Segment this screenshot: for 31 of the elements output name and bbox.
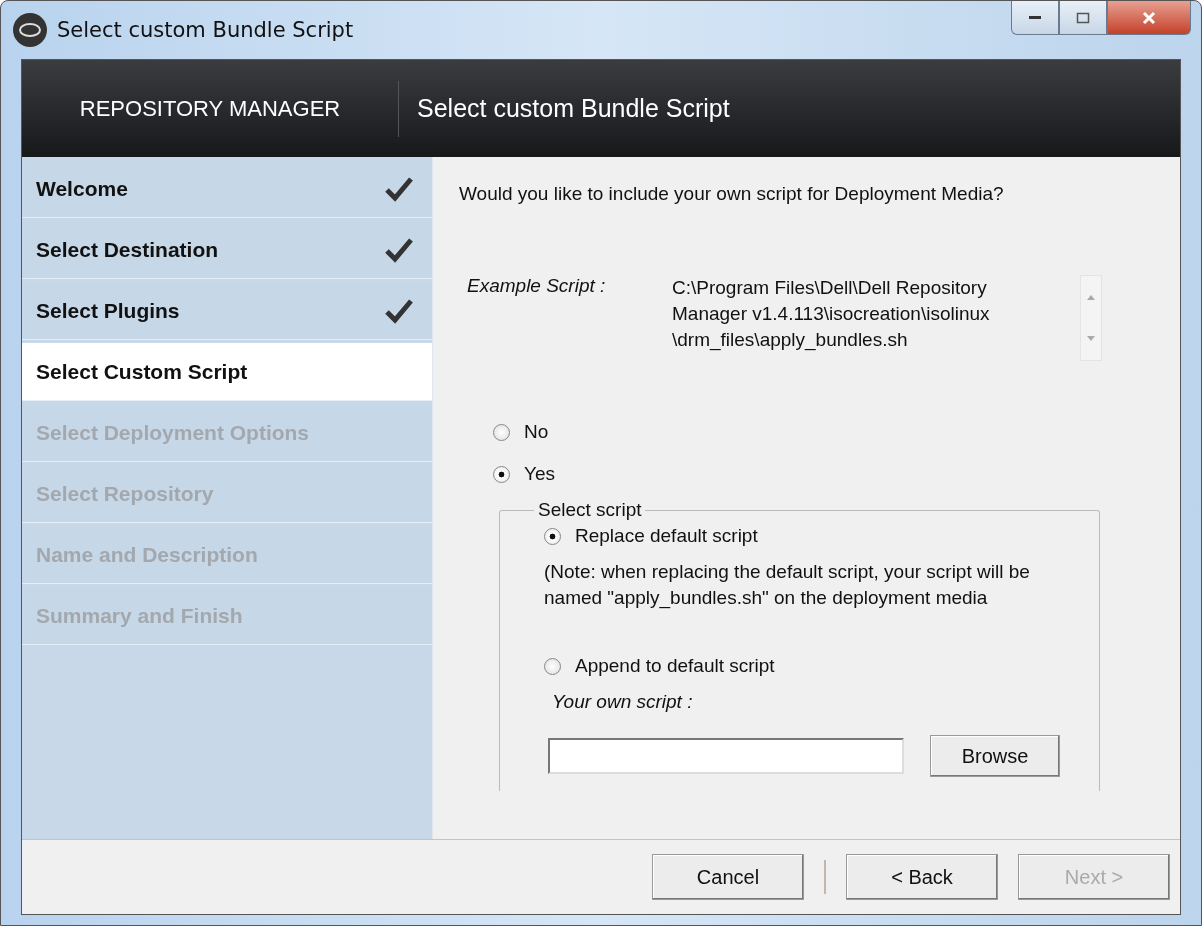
own-script-label: Your own script : xyxy=(552,691,694,713)
app-icon xyxy=(13,13,47,47)
radio-option[interactable]: No xyxy=(493,421,1156,443)
radio-button[interactable] xyxy=(544,527,561,545)
script-path-field[interactable] xyxy=(548,738,904,774)
minimize-button[interactable] xyxy=(1011,1,1059,35)
close-button[interactable] xyxy=(1107,1,1191,35)
browse-button[interactable]: Browse xyxy=(930,735,1060,777)
close-icon xyxy=(1141,10,1157,25)
radio-option[interactable]: Replace default script xyxy=(544,525,1077,547)
maximize-button[interactable] xyxy=(1059,1,1107,35)
radio-button[interactable] xyxy=(544,657,561,675)
scroll-up-icon[interactable] xyxy=(1086,294,1096,300)
example-path: C:\Program Files\Dell\Dell Repository Manager v1.4.113\isocreation\isolinux \drm_files\apply_bundles.sh xyxy=(672,276,991,353)
page-title: Select custom Bundle Script xyxy=(417,94,730,123)
step-item: Select Custom Script xyxy=(22,343,432,401)
radio-option[interactable]: Append to default script xyxy=(544,655,1077,677)
scroll-down-icon[interactable] xyxy=(1086,336,1096,342)
example-label: Example Script : xyxy=(467,275,607,298)
wizard-button[interactable]: < Back xyxy=(846,854,998,900)
note-text: (Note: when replacing the default script, your script will be named "apply_bundles.sh" on the deployment media xyxy=(544,560,1031,611)
group-title: Select script xyxy=(537,499,643,521)
maximize-icon xyxy=(1076,11,1090,24)
radio-button[interactable] xyxy=(493,465,510,483)
window-title: Select custom Bundle Script xyxy=(57,18,354,42)
radio-option[interactable]: Yes xyxy=(493,463,1156,485)
wizard-button[interactable]: Cancel xyxy=(652,854,804,900)
radio-button[interactable] xyxy=(493,423,510,441)
question-text: Would you like to include your own script for Deployment Media? xyxy=(459,183,1005,205)
product-name: REPOSITORY MANAGER xyxy=(22,80,399,137)
scrollbar[interactable] xyxy=(1080,275,1102,361)
